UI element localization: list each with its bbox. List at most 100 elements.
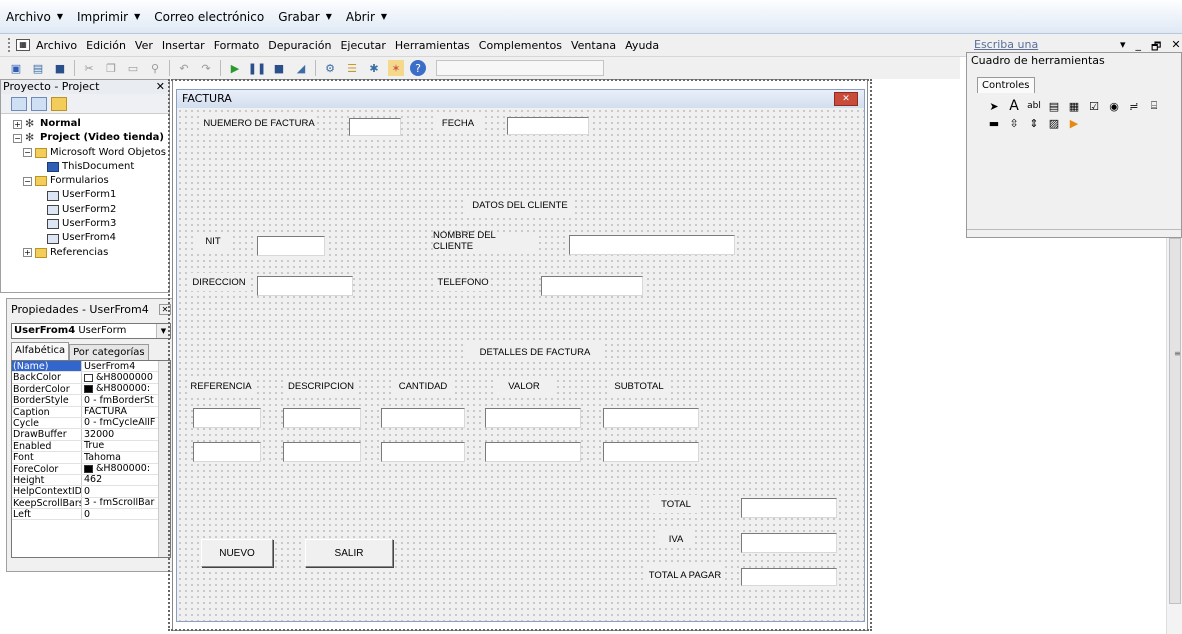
- togglebutton-icon[interactable]: ≓: [1127, 99, 1141, 113]
- property-row[interactable]: Font Tahoma: [12, 452, 170, 464]
- label-telefono[interactable]: TELEFONO: [435, 273, 491, 291]
- tab-alfabetica[interactable]: Alfabética: [11, 342, 70, 360]
- label-valor[interactable]: VALOR: [493, 377, 555, 395]
- label-numero-factura[interactable]: NUEMERO DE FACTURA: [203, 114, 315, 132]
- scrollbar-thumb[interactable]: ≡: [1169, 238, 1181, 604]
- label-fecha[interactable]: FECHA: [435, 114, 481, 132]
- property-row[interactable]: ForeColor &H800000:: [12, 463, 170, 475]
- collapse-icon[interactable]: −: [13, 133, 22, 143]
- property-value[interactable]: &H8000000: [82, 372, 170, 383]
- textbox-subtotal-2[interactable]: [603, 442, 699, 462]
- label-nit[interactable]: NIT: [195, 232, 231, 250]
- property-row[interactable]: Cycle 0 - fmCycleAllF: [12, 417, 170, 430]
- tree-node-userform2[interactable]: UserForm2: [13, 203, 169, 217]
- chevron-down-icon[interactable]: ▼: [156, 324, 170, 338]
- property-row[interactable]: Enabled True: [12, 440, 170, 453]
- outer-menu-abrir[interactable]: Abrir ▼: [346, 10, 387, 24]
- close-icon[interactable]: ✕: [156, 80, 165, 94]
- textbox-telefono[interactable]: [541, 276, 643, 296]
- textbox-icon[interactable]: abl: [1027, 99, 1041, 113]
- combobox-icon[interactable]: ▤: [1047, 99, 1061, 113]
- run-icon[interactable]: ▶: [227, 60, 243, 76]
- label-total[interactable]: TOTAL: [653, 495, 699, 513]
- tree-node-references[interactable]: + Referencias: [13, 246, 169, 260]
- property-value[interactable]: &H800000:: [82, 384, 170, 394]
- tree-node-userfrom4[interactable]: UserFrom4: [13, 231, 169, 245]
- frame-icon[interactable]: ⌸: [1147, 99, 1161, 113]
- tab-controles[interactable]: Controles: [977, 77, 1035, 93]
- scrollbar-icon[interactable]: ⇳: [1007, 116, 1021, 130]
- paste-icon[interactable]: ▭: [125, 60, 141, 76]
- label-iva[interactable]: IVA: [659, 530, 693, 548]
- find-icon[interactable]: ⚲: [147, 60, 163, 76]
- nuevo-button[interactable]: NUEVO: [201, 539, 273, 567]
- label-referencia[interactable]: REFERENCIA: [189, 377, 253, 395]
- textbox-iva[interactable]: [741, 533, 837, 553]
- textbox-numero-factura[interactable]: [349, 118, 401, 136]
- toggle-folders-icon[interactable]: [51, 96, 67, 111]
- property-row[interactable]: DrawBuffer 32000: [12, 429, 170, 441]
- property-row[interactable]: Caption FACTURA: [12, 406, 170, 418]
- property-value[interactable]: True: [82, 441, 170, 451]
- object-browser-icon[interactable]: ✱: [366, 60, 382, 76]
- view-object-icon[interactable]: [31, 96, 47, 111]
- textbox-nombre-cliente[interactable]: [569, 235, 735, 255]
- property-value[interactable]: &H800000:: [82, 464, 170, 474]
- undo-icon[interactable]: ↶: [176, 60, 192, 76]
- property-value[interactable]: 0 - fmCycleAllF: [82, 418, 170, 428]
- textbox-subtotal-1[interactable]: [603, 408, 699, 428]
- properties-window-icon[interactable]: ☰: [344, 60, 360, 76]
- property-value[interactable]: 0: [82, 486, 170, 496]
- spinbutton-icon[interactable]: ⇕: [1027, 116, 1041, 130]
- label-datos-cliente[interactable]: DATOS DEL CLIENTE: [467, 196, 573, 214]
- project-explorer-icon[interactable]: ⚙: [322, 60, 338, 76]
- outer-menu-correo[interactable]: Correo electrónico: [154, 10, 264, 24]
- label-subtotal[interactable]: SUBTOTAL: [607, 377, 671, 395]
- tree-node-forms[interactable]: − Formularios: [13, 174, 169, 188]
- listbox-icon[interactable]: ▦: [1067, 99, 1081, 113]
- menu-herramientas[interactable]: Herramientas: [395, 39, 470, 52]
- tree-node-project[interactable]: − ✻ Project (Video tienda): [13, 131, 169, 145]
- label-direccion[interactable]: DIRECCION: [191, 273, 247, 291]
- property-row[interactable]: HelpContextID 0: [12, 486, 170, 498]
- expand-icon[interactable]: +: [13, 119, 22, 129]
- property-row[interactable]: Left 0: [12, 509, 170, 521]
- outer-menu-archivo[interactable]: Archivo ▼: [6, 10, 63, 24]
- optionbutton-icon[interactable]: ◉: [1107, 99, 1121, 113]
- menu-edicion[interactable]: Edición: [86, 39, 126, 52]
- tree-node-thisdocument[interactable]: ThisDocument: [13, 160, 169, 174]
- toolbox-icon[interactable]: ✶: [388, 60, 404, 76]
- cut-icon[interactable]: ✂: [81, 60, 97, 76]
- copy-icon[interactable]: ❐: [103, 60, 119, 76]
- textbox-direccion[interactable]: [257, 276, 353, 296]
- property-row[interactable]: KeepScrollBarsV3 - fmScrollBar: [12, 497, 170, 510]
- menu-ejecutar[interactable]: Ejecutar: [340, 39, 385, 52]
- textbox-total-pagar[interactable]: [741, 568, 837, 586]
- view-word-icon[interactable]: ▣: [8, 60, 24, 76]
- menu-formato[interactable]: Formato: [214, 39, 260, 52]
- tree-node-userform1[interactable]: UserForm1: [13, 188, 169, 202]
- ask-question-input[interactable]: Escriba una pregunta: [974, 38, 1090, 64]
- property-value[interactable]: 32000: [82, 429, 170, 439]
- textbox-descripcion-1[interactable]: [283, 408, 361, 428]
- design-mode-icon[interactable]: ◢: [293, 60, 309, 76]
- textbox-valor-1[interactable]: [485, 408, 581, 428]
- label-total-pagar[interactable]: TOTAL A PAGAR: [647, 566, 723, 584]
- textbox-descripcion-2[interactable]: [283, 442, 361, 462]
- tree-node-userform3[interactable]: UserForm3: [13, 217, 169, 231]
- userform-factura[interactable]: FACTURA ✕ NUEMERO DE FACTURA FECHA DATOS…: [176, 89, 865, 622]
- textbox-valor-2[interactable]: [485, 442, 581, 462]
- checkbox-icon[interactable]: ☑: [1087, 99, 1101, 113]
- insert-userform-icon[interactable]: ▤: [30, 60, 46, 76]
- commandbutton-icon[interactable]: ▬: [987, 116, 1001, 130]
- multipage-icon[interactable]: ▶: [1067, 116, 1081, 130]
- help-icon[interactable]: ?: [410, 60, 426, 76]
- textbox-cantidad-1[interactable]: [381, 408, 465, 428]
- property-value[interactable]: 3 - fmScrollBar: [82, 498, 170, 508]
- pause-icon[interactable]: ❚❚: [248, 60, 266, 76]
- property-value[interactable]: 0 - fmBorderSt: [82, 395, 170, 405]
- property-row[interactable]: Height 462: [12, 474, 170, 487]
- menu-ver[interactable]: Ver: [135, 39, 153, 52]
- textbox-cantidad-2[interactable]: [381, 442, 465, 462]
- salir-button[interactable]: SALIR: [305, 539, 393, 567]
